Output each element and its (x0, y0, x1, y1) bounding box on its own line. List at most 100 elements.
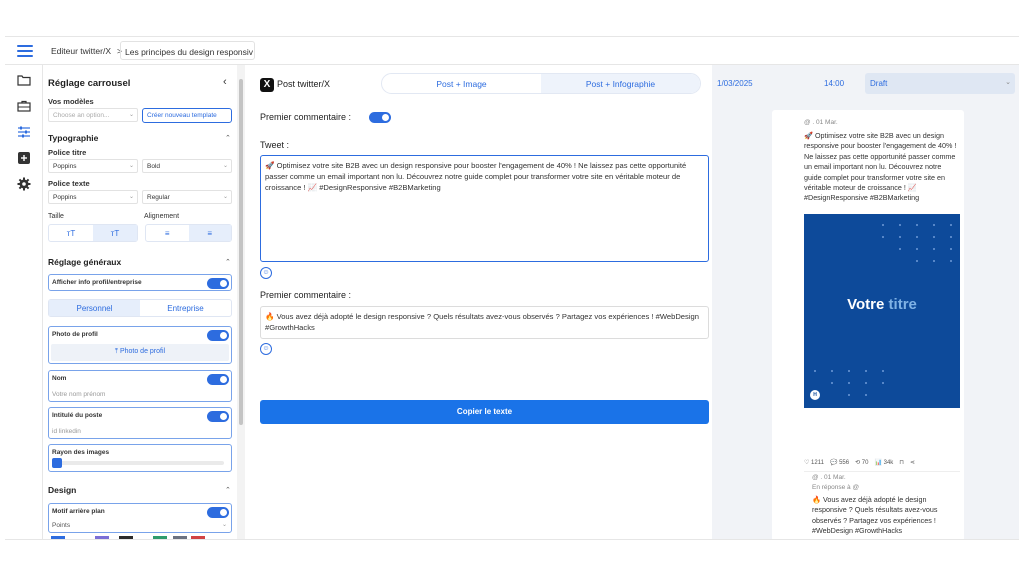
tweet-textarea[interactable]: 🚀 Optimisez votre site B2B avec un desig… (260, 155, 709, 262)
profile-photo-label: Photo de profil (52, 331, 98, 338)
typography-collapse-icon[interactable]: ⌃ (225, 134, 231, 142)
image-radius-slider-handle[interactable] (52, 458, 62, 468)
comment-label: Premier commentaire : (260, 290, 352, 300)
reply-handle: @ . 01 Mar. (812, 474, 846, 481)
slide-pattern-dot (882, 382, 884, 384)
document-title-input[interactable]: Les principes du design responsiv (120, 41, 255, 60)
slide-pattern-dot (831, 382, 833, 384)
profile-photo-toggle[interactable] (207, 330, 229, 341)
models-select[interactable]: Choose an option... ⌄ (48, 108, 138, 122)
new-template-button[interactable]: Créer nouveau template (142, 108, 232, 123)
app-frame: Editeur twitter/X > Les principes du des… (5, 36, 1019, 540)
share-icon: ⋖ (909, 460, 916, 466)
slide-pattern-dot (848, 370, 850, 372)
image-radius-slider[interactable] (52, 461, 224, 465)
publish-date[interactable]: 1/03/2025 (717, 79, 753, 88)
text-weight-select[interactable]: Regular ⌄ (142, 190, 232, 204)
preview-stats: ♡ 1211 💬 556 ⟲ 70 📊 34k ⊓ ⋖ (804, 459, 960, 466)
preview-handle: @ . 01 Mar. (804, 119, 838, 126)
alignment-toggle[interactable]: ≡ ≡ (145, 224, 232, 242)
menu-icon[interactable] (17, 45, 33, 57)
panel-scrollbar[interactable] (237, 65, 245, 539)
slide-pattern-dot (899, 224, 901, 226)
title-font-label: Police titre (48, 148, 87, 157)
sliders-icon[interactable] (17, 125, 31, 139)
profile-type-toggle[interactable]: Personnel Entreprise (48, 299, 232, 317)
copy-text-button[interactable]: Copier le texte (260, 400, 709, 424)
color-swatch[interactable] (153, 536, 167, 539)
panel-title: Réglage carrousel (48, 78, 131, 89)
size-large-icon[interactable]: ᴛT (93, 225, 137, 241)
color-swatch[interactable] (119, 536, 133, 539)
tab-personal[interactable]: Personnel (49, 300, 140, 316)
tab-post-infographic[interactable]: Post + Infographie (541, 74, 700, 93)
size-small-icon[interactable]: ᴛT (49, 225, 93, 241)
bg-pattern-toggle[interactable] (207, 507, 229, 518)
slide-pattern-dot (950, 260, 952, 262)
slide-pattern-dot (899, 236, 901, 238)
align-left-icon[interactable]: ≡ (146, 225, 189, 241)
slide-title: Votre titre (847, 296, 917, 313)
carousel-slide[interactable]: Votre titre H (804, 214, 960, 408)
design-collapse-icon[interactable]: ⌃ (225, 486, 231, 494)
slide-pattern-dot (950, 248, 952, 250)
settings-icon[interactable] (17, 177, 31, 191)
show-profile-toggle[interactable] (207, 278, 229, 289)
add-box-icon[interactable] (17, 151, 31, 165)
color-swatch[interactable] (51, 536, 65, 539)
comment-textarea[interactable]: 🔥 Vous avez déjà adopté le design respon… (260, 306, 709, 339)
panel-scrollbar-thumb[interactable] (239, 79, 243, 425)
slide-pattern-dot (882, 236, 884, 238)
slide-pattern-dot (848, 394, 850, 396)
general-collapse-icon[interactable]: ⌃ (225, 258, 231, 266)
tab-company[interactable]: Entreprise (140, 300, 231, 316)
slide-avatar: H (810, 390, 820, 400)
size-toggle[interactable]: ᴛT ᴛT (48, 224, 138, 242)
comment-emoji-icon[interactable]: ☺ (260, 343, 272, 355)
align-center-icon[interactable]: ≡ (188, 225, 231, 241)
show-profile-label: Afficher info profil/entreprise (52, 279, 142, 286)
profile-photo-upload-button[interactable]: ⤒ Photo de profil (51, 344, 229, 361)
name-toggle[interactable] (207, 374, 229, 385)
color-swatch[interactable] (191, 536, 205, 539)
bookmark-icon: ⊓ (899, 460, 904, 466)
image-radius-row: Rayon des images (48, 444, 232, 472)
slide-pattern-dot (882, 370, 884, 372)
publish-time[interactable]: 14:00 (824, 79, 844, 88)
breadcrumb-editor[interactable]: Editeur twitter/X (51, 46, 111, 56)
alignment-label: Alignement (144, 213, 180, 220)
slide-pattern-dot (916, 236, 918, 238)
general-section-title: Réglage généraux (48, 257, 122, 267)
color-swatch[interactable] (173, 536, 187, 539)
name-input[interactable]: Votre nom prénom (52, 391, 105, 398)
title-weight-select[interactable]: Bold ⌄ (142, 159, 232, 173)
collapse-panel-icon[interactable]: ‹ (223, 76, 227, 88)
briefcase-icon[interactable] (17, 99, 31, 113)
bg-pattern-chevron-icon[interactable]: ⌄ (222, 521, 227, 528)
slide-pattern-dot (848, 382, 850, 384)
color-swatch[interactable] (95, 536, 109, 539)
image-radius-label: Rayon des images (52, 449, 110, 456)
bg-pattern-label: Motif arrière plan (52, 508, 105, 515)
name-label: Nom (52, 375, 67, 382)
job-input[interactable]: id linkedin (52, 428, 81, 435)
bg-pattern-select[interactable]: Points (52, 522, 70, 529)
folder-icon[interactable] (17, 73, 31, 87)
first-comment-toggle[interactable] (369, 112, 391, 123)
preview-pane: 1/03/2025 14:00 Draft ⌄ @ . 01 Mar. 🚀 Opt… (712, 65, 1019, 539)
name-row: Nom Votre nom prénom (48, 370, 232, 402)
text-font-select[interactable]: Poppins ⌄ (48, 190, 138, 204)
job-toggle[interactable] (207, 411, 229, 422)
text-font-label: Police texte (48, 179, 90, 188)
tab-post-image[interactable]: Post + Image (382, 74, 541, 93)
likes-count: ♡ 1211 (804, 460, 824, 466)
job-row: Intitulé du poste id linkedin (48, 407, 232, 439)
reply-to: En réponse à @ (812, 484, 860, 491)
editor-area: X Post twitter/X Post + Image Post + Inf… (247, 65, 712, 539)
slide-pattern-dot (950, 236, 952, 238)
slide-pattern-dot (916, 224, 918, 226)
tweet-emoji-icon[interactable]: ☺ (260, 267, 272, 279)
status-select[interactable]: Draft ⌄ (865, 73, 1015, 94)
tweet-label: Tweet : (260, 140, 290, 150)
title-font-select[interactable]: Poppins ⌄ (48, 159, 138, 173)
